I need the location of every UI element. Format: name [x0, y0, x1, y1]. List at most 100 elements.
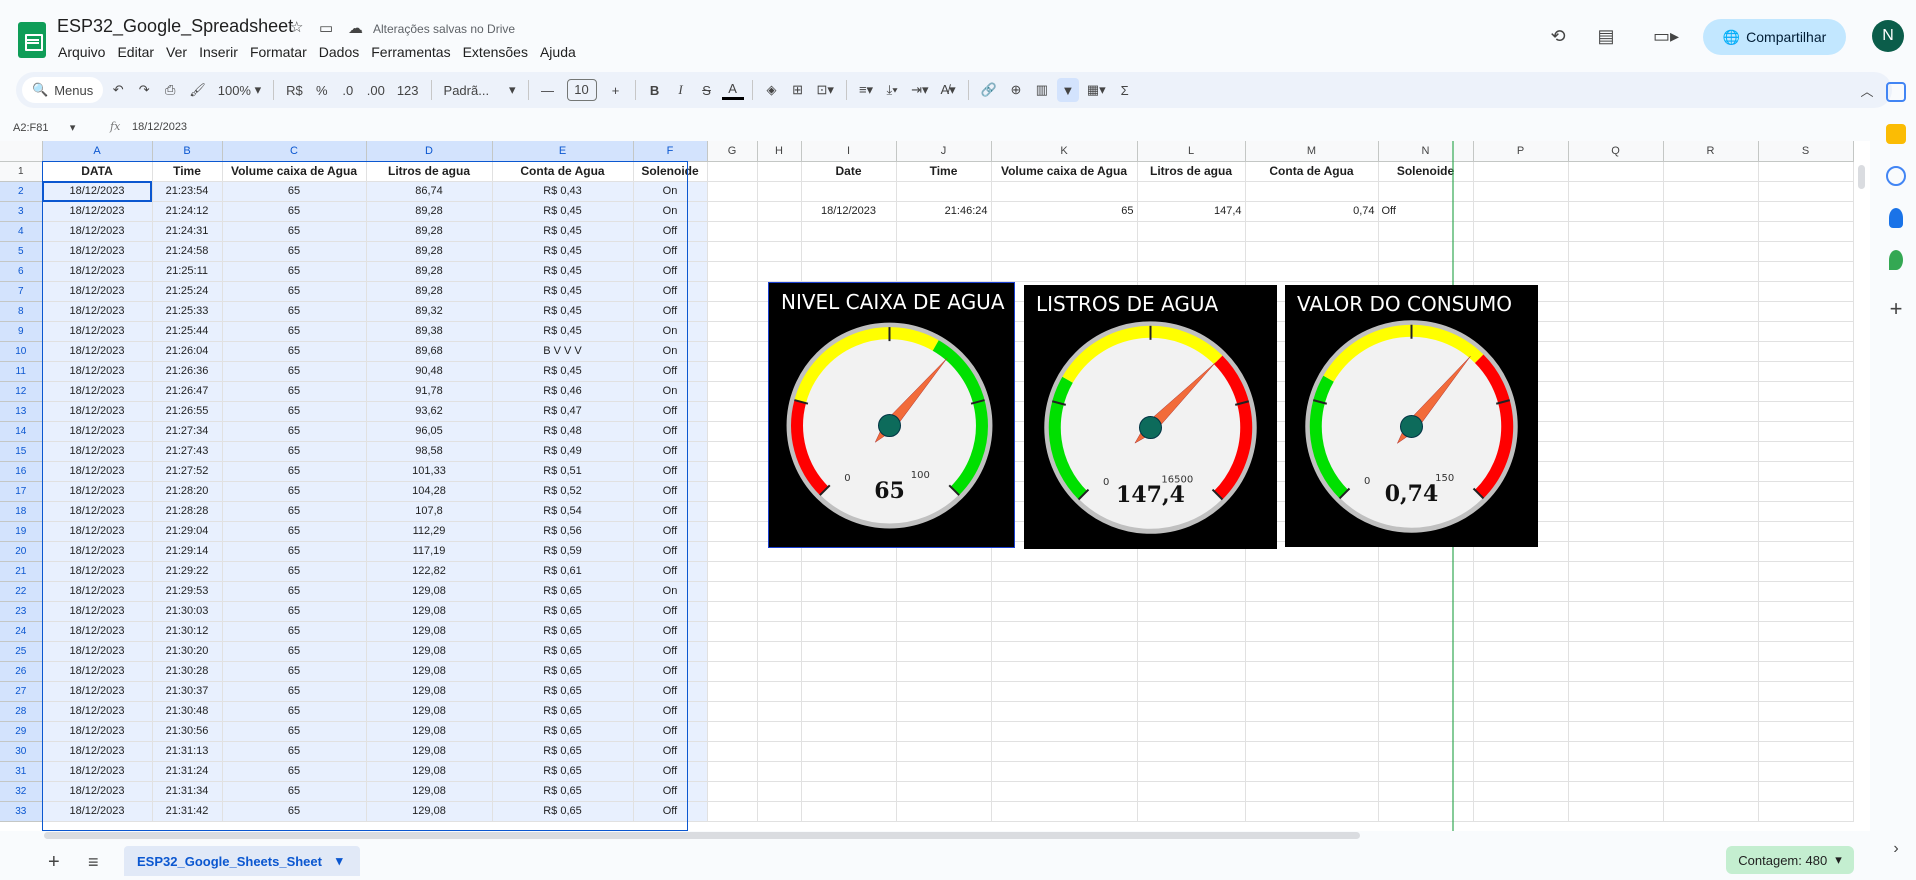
cell[interactable] — [707, 661, 758, 682]
cell[interactable] — [1758, 441, 1854, 462]
cell[interactable]: R$ 0,65 — [492, 641, 634, 662]
cell[interactable] — [1568, 361, 1664, 382]
cell[interactable]: Off — [633, 521, 708, 542]
cell[interactable] — [1568, 441, 1664, 462]
filter-views-icon[interactable]: ▦▾ — [1083, 78, 1110, 102]
cell[interactable]: 89,28 — [366, 241, 493, 262]
row-header[interactable]: 32 — [0, 781, 43, 802]
cell[interactable]: Off — [633, 761, 708, 782]
cell[interactable] — [757, 641, 802, 662]
column-header[interactable]: C — [222, 141, 367, 162]
cell[interactable] — [1758, 421, 1854, 442]
cell[interactable]: 18/12/2023 — [42, 701, 153, 722]
cell[interactable]: 129,08 — [366, 641, 493, 662]
cell[interactable]: 112,29 — [366, 521, 493, 542]
cell[interactable]: 129,08 — [366, 721, 493, 742]
cell[interactable]: Off — [633, 741, 708, 762]
cell[interactable]: 21:46:24 — [896, 201, 992, 222]
cell[interactable]: R$ 0,48 — [492, 421, 634, 442]
star-icon[interactable]: ☆ — [290, 18, 303, 36]
cell[interactable] — [707, 241, 758, 262]
cell[interactable]: 18/12/2023 — [42, 721, 153, 742]
cell[interactable]: 18/12/2023 — [42, 681, 153, 702]
cell[interactable] — [1473, 221, 1569, 242]
cell[interactable] — [707, 581, 758, 602]
cell[interactable] — [1568, 221, 1664, 242]
cell[interactable] — [707, 701, 758, 722]
menu-ver[interactable]: Ver — [166, 44, 187, 60]
cell[interactable]: 21:24:12 — [152, 201, 223, 222]
cell[interactable]: 18/12/2023 — [42, 321, 153, 342]
cell[interactable]: 18/12/2023 — [42, 341, 153, 362]
cell[interactable]: Off — [633, 421, 708, 442]
cell[interactable] — [757, 601, 802, 622]
cell[interactable]: 18/12/2023 — [801, 201, 897, 222]
cell[interactable]: 18/12/2023 — [42, 181, 153, 202]
cell[interactable]: 18/12/2023 — [42, 741, 153, 762]
cell[interactable] — [1137, 661, 1246, 682]
cell[interactable] — [707, 681, 758, 702]
column-header[interactable]: L — [1137, 141, 1246, 162]
column-header[interactable]: J — [896, 141, 992, 162]
cell[interactable] — [1568, 641, 1664, 662]
cell[interactable] — [1663, 441, 1759, 462]
cell[interactable]: 101,33 — [366, 461, 493, 482]
cell[interactable] — [757, 721, 802, 742]
cell[interactable]: 90,48 — [366, 361, 493, 382]
menu-ferramentas[interactable]: Ferramentas — [371, 44, 450, 60]
cell[interactable]: 21:30:28 — [152, 661, 223, 682]
cell[interactable]: Time — [896, 161, 992, 182]
comments-icon[interactable]: ▤ — [1594, 24, 1618, 48]
cell[interactable] — [757, 701, 802, 722]
row-header[interactable]: 5 — [0, 241, 43, 262]
count-indicator[interactable]: Contagem: 480 ▾ — [1726, 846, 1854, 874]
row-header[interactable]: 11 — [0, 361, 43, 382]
cell[interactable]: R$ 0,45 — [492, 281, 634, 302]
cell[interactable] — [1663, 201, 1759, 222]
cell[interactable]: 18/12/2023 — [42, 621, 153, 642]
cell[interactable] — [1473, 181, 1569, 202]
cell[interactable]: 65 — [222, 401, 367, 422]
menu-ajuda[interactable]: Ajuda — [540, 44, 576, 60]
contacts-icon[interactable] — [1889, 208, 1903, 228]
cell[interactable] — [896, 801, 992, 822]
cell[interactable] — [1137, 761, 1246, 782]
cell[interactable] — [1473, 761, 1569, 782]
cell[interactable]: 21:31:42 — [152, 801, 223, 822]
cell[interactable]: DATA — [42, 161, 153, 182]
cell[interactable] — [707, 441, 758, 462]
cell[interactable] — [1473, 741, 1569, 762]
cell[interactable]: 21:30:56 — [152, 721, 223, 742]
increase-decimal-button[interactable]: .00 — [363, 78, 389, 102]
cell[interactable]: 18/12/2023 — [42, 261, 153, 282]
cell[interactable]: 129,08 — [366, 601, 493, 622]
cell[interactable] — [1473, 601, 1569, 622]
cell[interactable]: Off — [633, 681, 708, 702]
row-header[interactable]: 15 — [0, 441, 43, 462]
cell[interactable]: Conta de Agua — [492, 161, 634, 182]
cell[interactable] — [1663, 181, 1759, 202]
cell[interactable]: 65 — [222, 181, 367, 202]
row-header[interactable]: 22 — [0, 581, 43, 602]
cell[interactable] — [991, 681, 1138, 702]
cell[interactable] — [1663, 581, 1759, 602]
cell[interactable]: 21:24:31 — [152, 221, 223, 242]
cell[interactable] — [1245, 661, 1379, 682]
cell[interactable]: 89,32 — [366, 301, 493, 322]
cell[interactable]: 18/12/2023 — [42, 241, 153, 262]
cell[interactable] — [1758, 801, 1854, 822]
cell[interactable] — [1378, 221, 1474, 242]
cell[interactable]: 65 — [222, 701, 367, 722]
column-header[interactable]: P — [1473, 141, 1569, 162]
cell[interactable]: 21:31:13 — [152, 741, 223, 762]
cell[interactable] — [1663, 781, 1759, 802]
cell[interactable] — [1568, 461, 1664, 482]
cell[interactable] — [991, 581, 1138, 602]
cell[interactable] — [1758, 741, 1854, 762]
formula-input[interactable]: 18/12/2023 — [132, 121, 187, 133]
cell[interactable] — [1137, 641, 1246, 662]
cell[interactable]: Solenoide — [633, 161, 708, 182]
cell[interactable] — [1137, 801, 1246, 822]
cell[interactable]: R$ 0,65 — [492, 581, 634, 602]
calendar-icon[interactable] — [1886, 82, 1906, 102]
